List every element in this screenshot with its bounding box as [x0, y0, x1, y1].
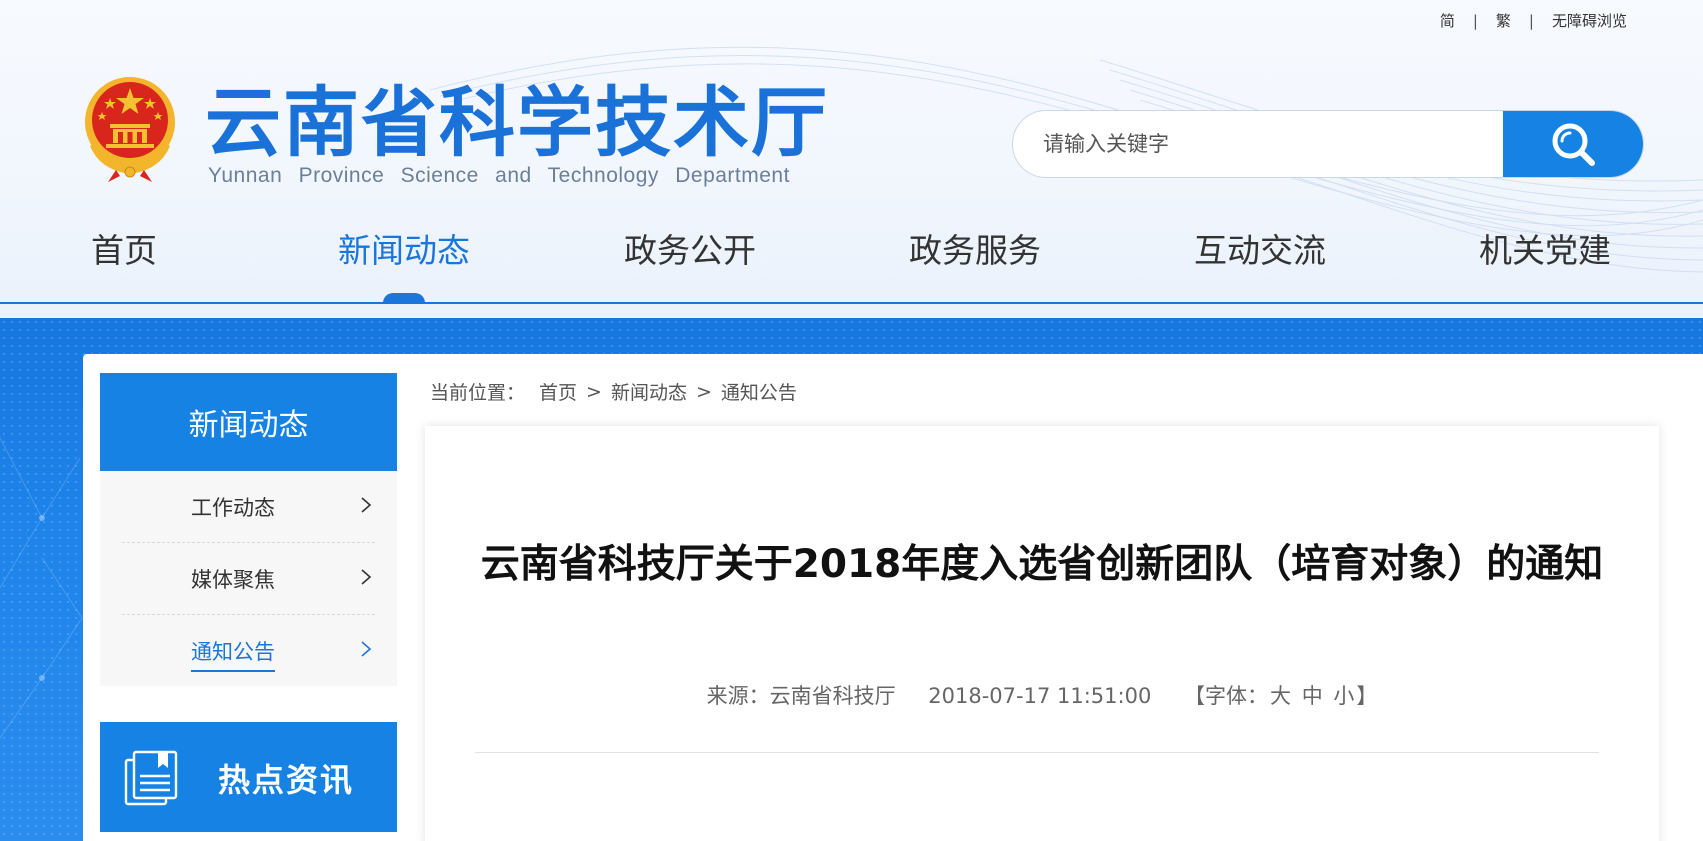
breadcrumb-prefix: 当前位置：: [430, 382, 526, 404]
top-link-separator: |: [1472, 11, 1478, 30]
article-date: 2018-07-17 11:51:00: [928, 684, 1152, 708]
site-title[interactable]: 云南省科学技术厅: [205, 78, 829, 168]
hot-news-label: 热点资讯: [218, 761, 355, 799]
search-bar: [1012, 110, 1644, 178]
sidebar-item-label: 通知公告: [191, 636, 275, 672]
font-size-small[interactable]: 小: [1333, 684, 1354, 708]
sidebar-item-work-news[interactable]: 工作动态: [100, 471, 397, 542]
document-stack-icon: [124, 750, 178, 806]
font-size-prefix: 【字体：: [1184, 684, 1269, 708]
breadcrumb-notices[interactable]: 通知公告: [721, 378, 797, 405]
breadcrumb-separator: >: [586, 380, 602, 403]
simplified-chinese-link[interactable]: 简: [1440, 10, 1455, 31]
nav-party-building[interactable]: 机关党建: [1479, 226, 1611, 276]
breadcrumb-news[interactable]: 新闻动态: [611, 378, 687, 405]
nav-underline: [0, 302, 1703, 304]
chevron-right-icon: [361, 641, 372, 657]
main-nav: 首页 新闻动态 政务公开 政务服务 互动交流 机关党建: [0, 226, 1703, 302]
accessible-browsing-link[interactable]: 无障碍浏览: [1552, 10, 1627, 31]
sidebar-item-media-focus[interactable]: 媒体聚焦: [100, 543, 397, 614]
top-links: 简 | 繁 | 无障碍浏览: [1440, 10, 1627, 31]
sidebar-menu: 工作动态 媒体聚焦 通知公告: [100, 471, 397, 686]
hot-news-banner[interactable]: 热点资讯: [100, 722, 397, 832]
sidebar-item-label: 工作动态: [191, 496, 275, 520]
font-size-large[interactable]: 大: [1270, 684, 1291, 708]
sidebar-title[interactable]: 新闻动态: [100, 373, 397, 471]
article-title: 云南省科技厅关于2018年度入选省创新团队（培育对象）的通知: [480, 542, 1604, 587]
site-subtitle: Yunnan Province Science and Technology D…: [208, 164, 790, 187]
nav-government-services[interactable]: 政务服务: [909, 226, 1041, 276]
chevron-right-icon: [361, 497, 372, 513]
site-header: 简 | 繁 | 无障碍浏览 云南省科学技术厅 Yunnan Province S…: [0, 0, 1703, 318]
sidebar-item-label: 媒体聚焦: [191, 568, 275, 592]
article-panel: 云南省科技厅关于2018年度入选省创新团队（培育对象）的通知 来源：云南省科技厅…: [425, 426, 1659, 841]
search-input[interactable]: [1013, 111, 1503, 177]
breadcrumb: 当前位置： 首页 > 新闻动态 > 通知公告: [430, 378, 797, 405]
search-icon: [1552, 123, 1595, 166]
top-link-separator: |: [1528, 11, 1534, 30]
font-size-medium[interactable]: 中: [1302, 684, 1323, 708]
nav-government-affairs[interactable]: 政务公开: [624, 226, 756, 276]
breadcrumb-separator: >: [695, 380, 712, 403]
traditional-chinese-link[interactable]: 繁: [1496, 10, 1511, 31]
nav-news[interactable]: 新闻动态: [338, 226, 470, 276]
font-size-suffix: 】: [1356, 684, 1378, 708]
article-divider: [475, 752, 1599, 753]
article-source: 来源：云南省科技厅: [706, 684, 896, 708]
nav-interaction[interactable]: 互动交流: [1194, 226, 1326, 276]
national-emblem-icon[interactable]: [80, 74, 180, 184]
nav-home[interactable]: 首页: [91, 226, 157, 276]
font-size-switcher: 【字体：大 中 小】: [1184, 684, 1377, 708]
sidebar-item-notices[interactable]: 通知公告: [100, 615, 397, 686]
article-meta: 来源：云南省科技厅 2018-07-17 11:51:00 【字体：大 中 小】: [425, 680, 1659, 710]
main-card: 新闻动态 工作动态 媒体聚焦 通知公告 热点资讯 当前位置： 首页 > 新闻动态…: [83, 354, 1703, 841]
breadcrumb-home[interactable]: 首页: [539, 378, 577, 405]
search-button[interactable]: [1503, 111, 1643, 177]
chevron-right-icon: [361, 569, 372, 585]
